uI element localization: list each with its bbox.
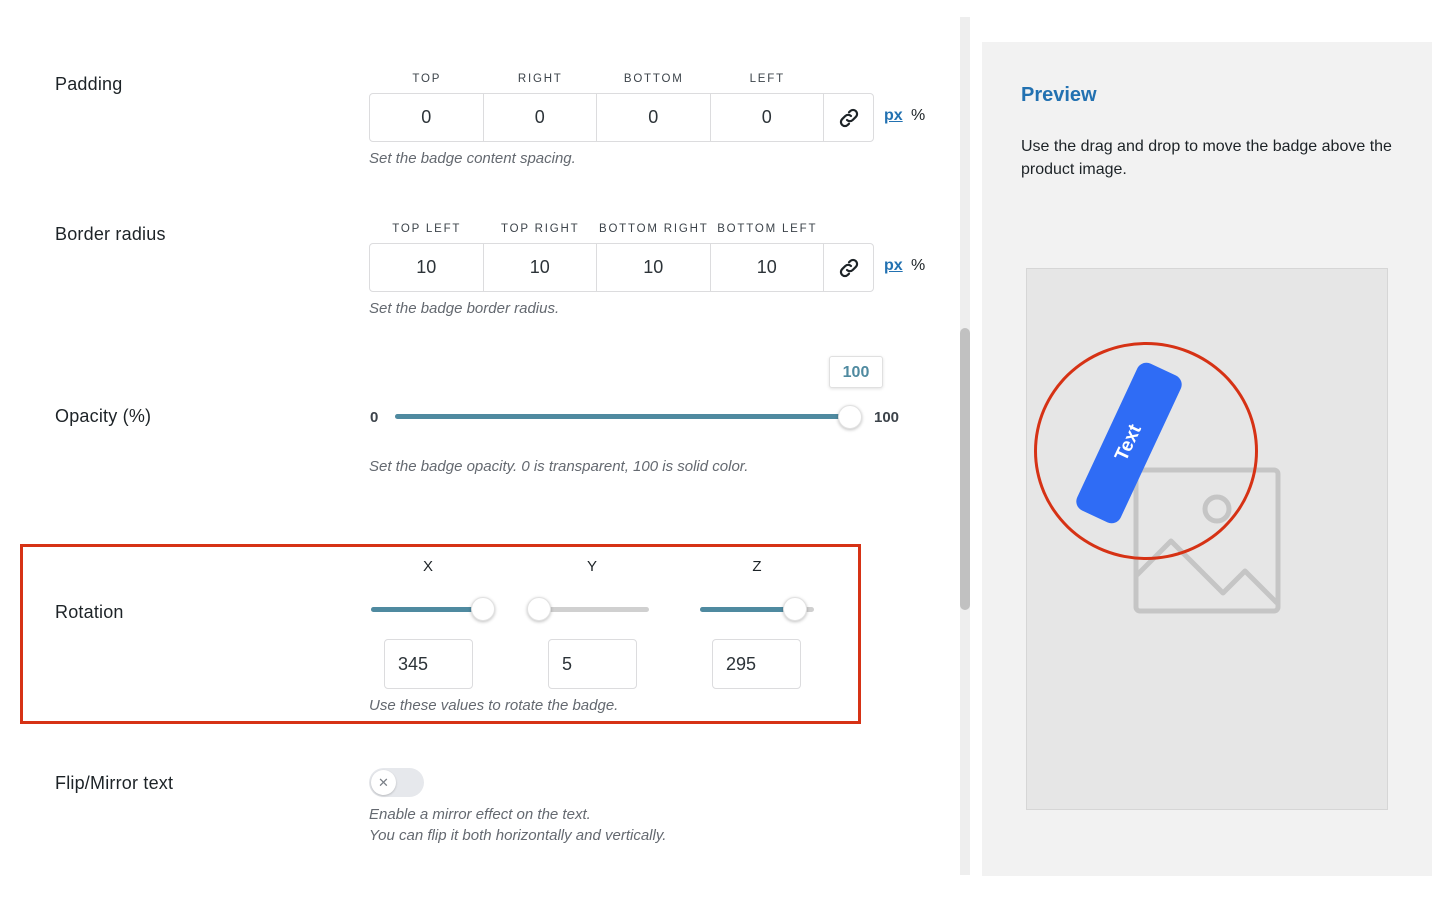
padding-column-headers: TOP RIGHT BOTTOM LEFT — [370, 73, 824, 85]
rotation-y-slider-thumb[interactable] — [527, 597, 551, 621]
padding-top-input[interactable] — [370, 94, 484, 141]
rotation-help: Use these values to rotate the badge. — [369, 697, 619, 714]
badge-highlight-circle — [1034, 342, 1258, 560]
padding-link-button[interactable] — [824, 94, 873, 141]
flip-help-line2: You can flip it both horizontally and ve… — [369, 827, 667, 844]
padding-col-top: TOP — [412, 73, 442, 85]
toggle-knob: ✕ — [371, 770, 396, 795]
rotation-z-label: Z — [752, 558, 762, 575]
radius-link-button[interactable] — [824, 244, 873, 291]
preview-description: Use the drag and drop to move the badge … — [1021, 138, 1392, 178]
opacity-label: Opacity (%) — [55, 406, 152, 426]
padding-inputs — [369, 93, 874, 142]
radius-top-right-input[interactable] — [483, 244, 597, 291]
padding-col-bottom: BOTTOM — [623, 73, 684, 85]
link-icon — [839, 108, 858, 127]
rotation-x-label: X — [422, 558, 433, 575]
rotation-z-slider-fill — [700, 607, 794, 612]
padding-right-input[interactable] — [483, 94, 597, 141]
flip-help-line1: Enable a mirror effect on the text. — [369, 806, 591, 823]
opacity-min-label: 0 — [370, 409, 379, 426]
rotation-y-slider-track[interactable] — [535, 607, 649, 612]
opacity-slider-fill — [395, 414, 850, 419]
scrollbar-thumb[interactable] — [960, 328, 970, 610]
border-radius-label: Border radius — [55, 224, 166, 244]
padding-col-right: RIGHT — [517, 73, 563, 85]
rotation-y-label: Y — [586, 558, 597, 575]
border-radius-inputs — [369, 243, 874, 292]
radius-col-bottom-right: BOTTOM RIGHT — [598, 223, 709, 235]
border-radius-help: Set the badge border radius. — [369, 300, 560, 317]
radius-col-top-right: TOP RIGHT — [501, 223, 580, 235]
radius-col-bottom-left: BOTTOM LEFT — [717, 223, 818, 235]
opacity-value-tooltip: 100 — [829, 356, 883, 388]
rotation-z-input[interactable] — [712, 639, 801, 689]
flip-mirror-toggle[interactable]: ✕ — [369, 768, 424, 797]
border-radius-column-headers: TOP LEFT TOP RIGHT BOTTOM RIGHT BOTTOM L… — [370, 223, 824, 235]
rotation-x-slider-thumb[interactable] — [471, 597, 495, 621]
rotation-x-input[interactable] — [384, 639, 473, 689]
radius-col-top-left: TOP LEFT — [392, 223, 462, 235]
padding-label: Padding — [55, 74, 123, 94]
rotation-label: Rotation — [55, 602, 124, 622]
padding-unit-px[interactable]: px — [884, 107, 903, 125]
link-icon — [839, 258, 858, 277]
radius-unit-px[interactable]: px — [884, 257, 903, 275]
radius-unit-percent[interactable]: % — [911, 257, 925, 275]
padding-unit-percent[interactable]: % — [911, 107, 925, 125]
radius-bottom-right-input[interactable] — [597, 244, 711, 291]
padding-help: Set the badge content spacing. — [369, 150, 576, 167]
radius-bottom-left-input[interactable] — [710, 244, 824, 291]
padding-col-left: LEFT — [749, 73, 785, 85]
opacity-max-label: 100 — [874, 409, 900, 426]
rotation-x-slider-fill — [371, 607, 483, 612]
padding-bottom-input[interactable] — [597, 94, 711, 141]
preview-title: Preview — [1021, 84, 1097, 106]
preview-panel: Preview Use the drag and drop to move th… — [982, 42, 1432, 876]
flip-mirror-label: Flip/Mirror text — [55, 773, 174, 793]
radius-top-left-input[interactable] — [370, 244, 484, 291]
opacity-slider-thumb[interactable] — [838, 405, 862, 429]
padding-left-input[interactable] — [710, 94, 824, 141]
opacity-help: Set the badge opacity. 0 is transparent,… — [369, 458, 749, 475]
rotation-y-input[interactable] — [548, 639, 637, 689]
close-icon: ✕ — [378, 775, 389, 790]
opacity-tooltip-text: 100 — [842, 364, 870, 381]
rotation-z-slider-thumb[interactable] — [783, 597, 807, 621]
